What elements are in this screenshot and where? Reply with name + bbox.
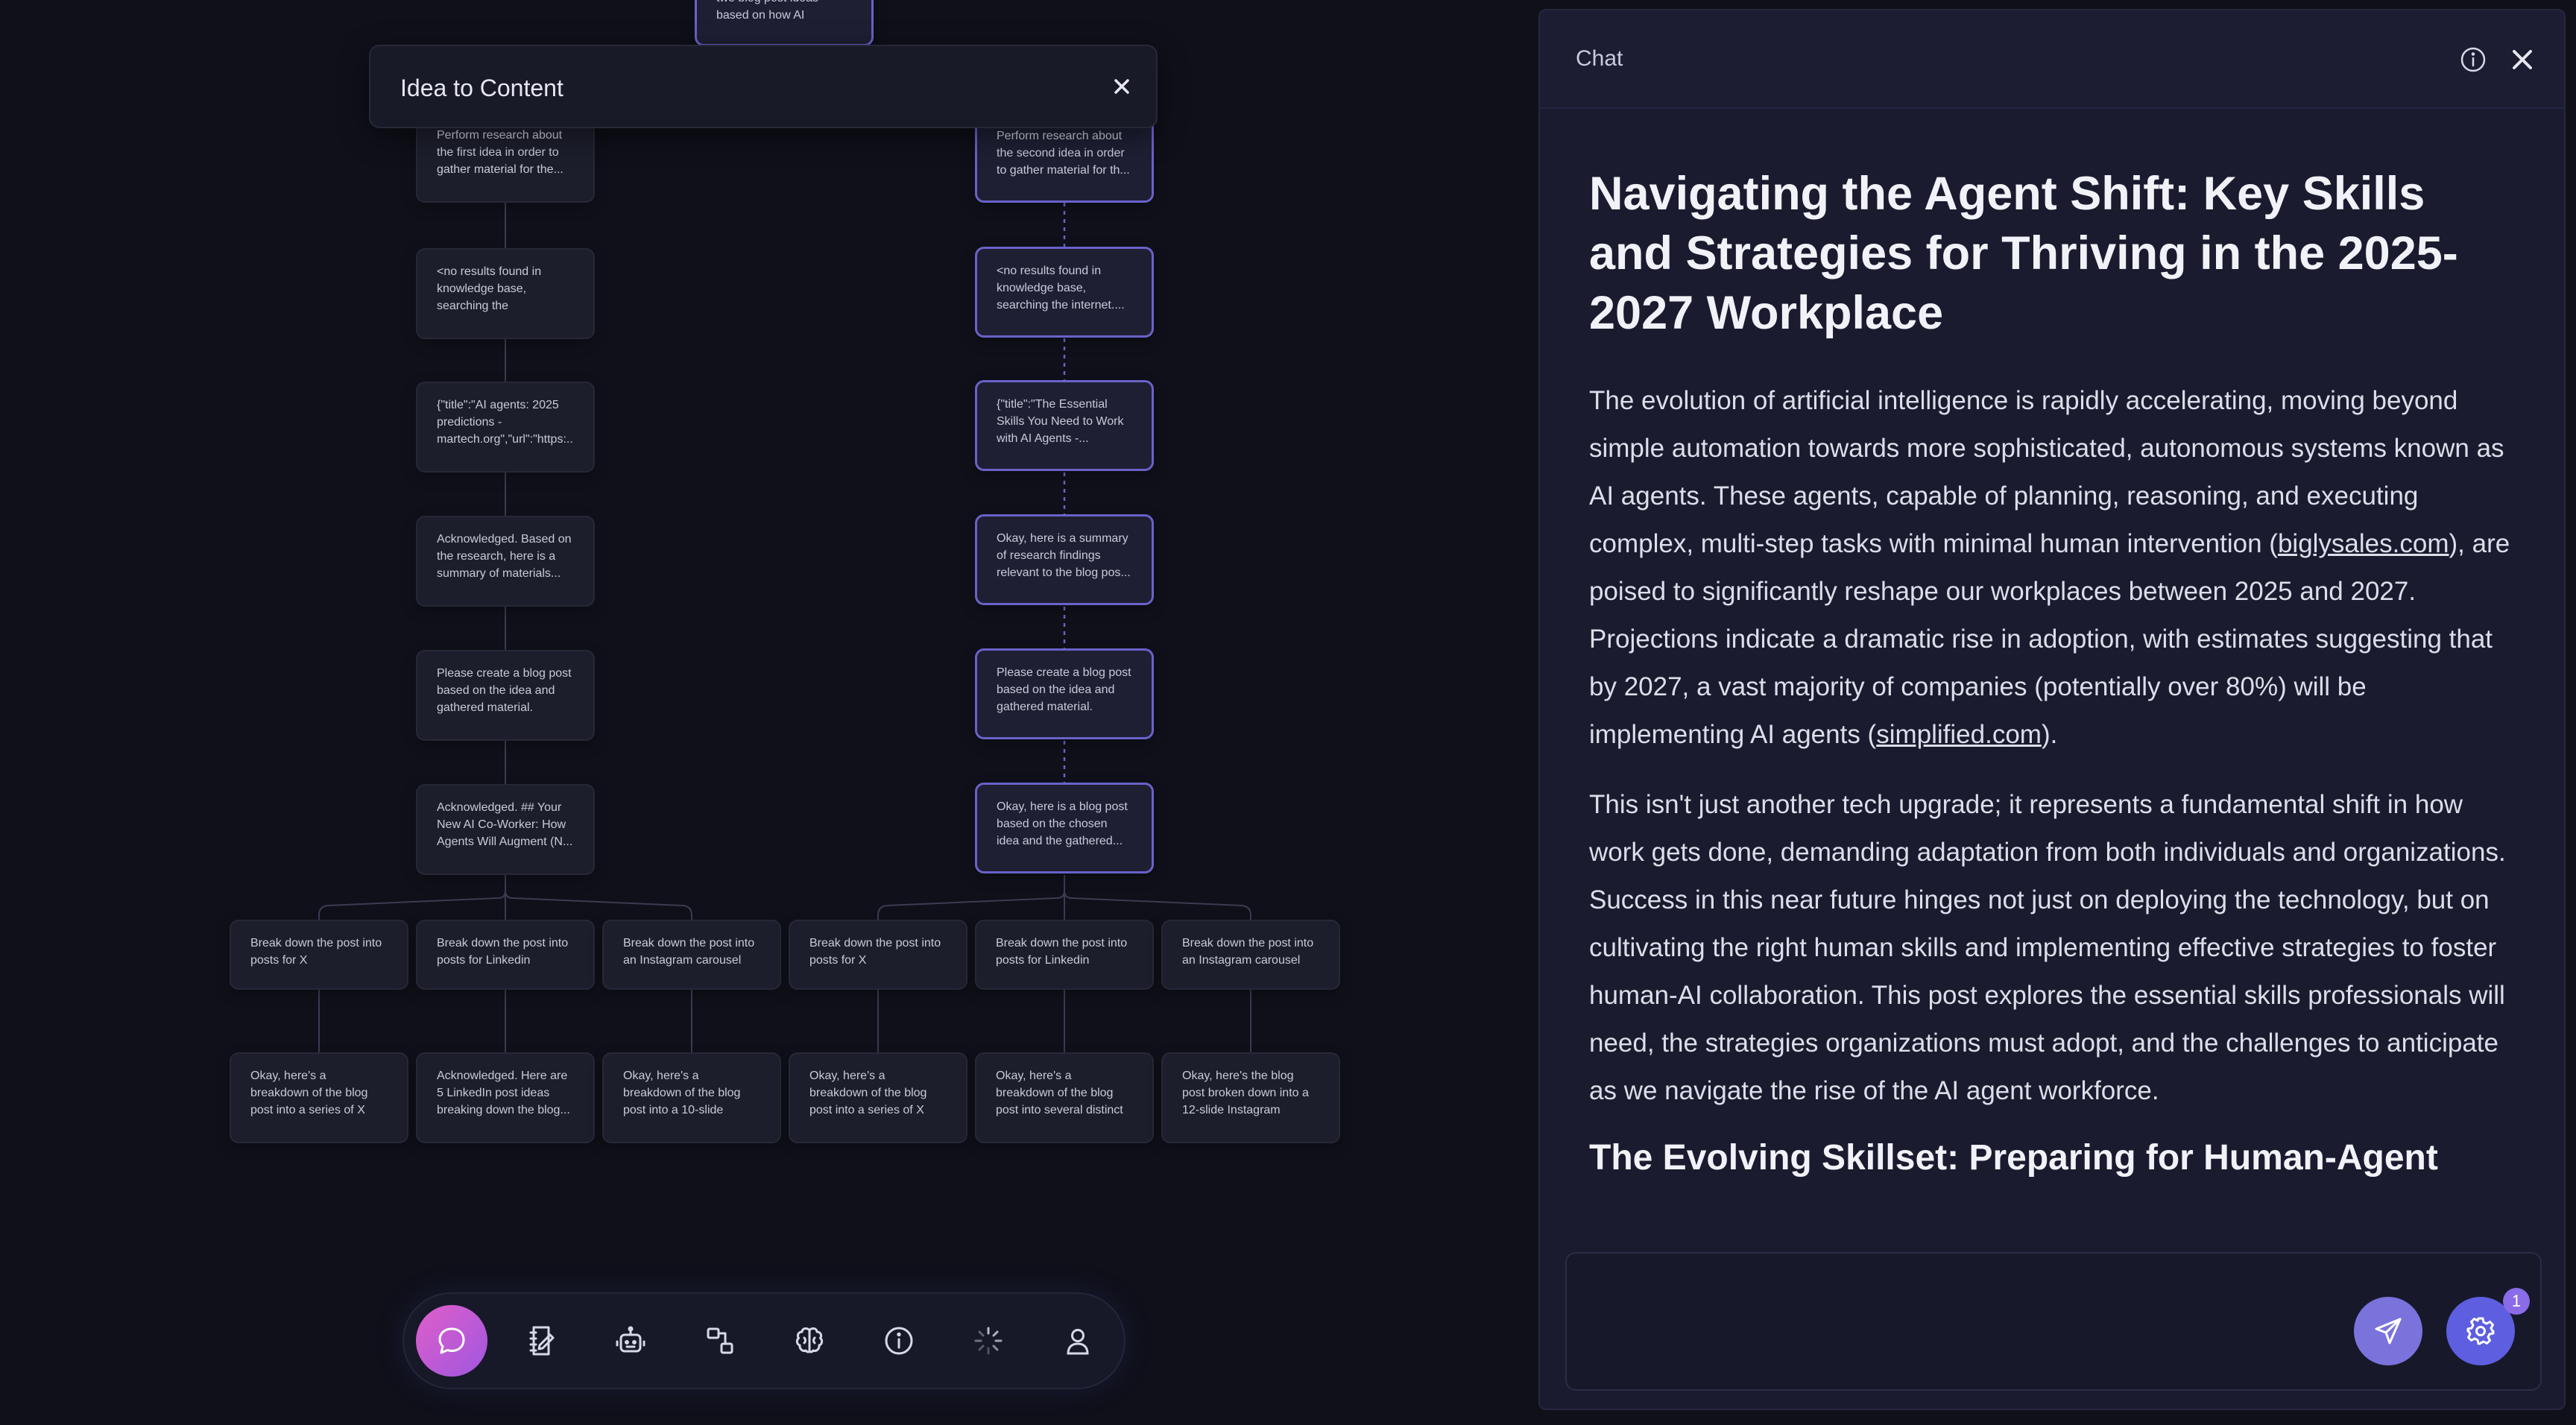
- toolbar-info-button[interactable]: [863, 1305, 935, 1377]
- notebook-edit-icon: [529, 1326, 555, 1356]
- toolbar-loading-button[interactable]: [953, 1305, 1024, 1377]
- workflow-node[interactable]: Acknowledged. Here are 5 LinkedIn post i…: [416, 1052, 595, 1143]
- robot-icon: [616, 1326, 645, 1353]
- workflow-node[interactable]: Okay, here is a blog post based on the c…: [975, 783, 1154, 873]
- toolbar-chat-button[interactable]: [416, 1305, 487, 1377]
- chat-input[interactable]: [1582, 1268, 2327, 1313]
- chat-title: Chat: [1576, 46, 1623, 71]
- toolbar-workflow-button[interactable]: [684, 1305, 756, 1377]
- workflow-node[interactable]: Break down the post into an Instagram ca…: [602, 920, 781, 990]
- notification-badge: 1: [2503, 1288, 2530, 1315]
- info-icon[interactable]: [2457, 43, 2490, 76]
- chat-header: Chat: [1540, 10, 2564, 109]
- workflow-title-panel: Idea to Content: [369, 45, 1158, 128]
- info-icon: [885, 1327, 913, 1355]
- chat-panel: Chat Navigating the Agent Shift: Key Ski…: [1538, 9, 2566, 1410]
- workflow-node[interactable]: Acknowledged. Based on the research, her…: [416, 516, 595, 607]
- workflow-node[interactable]: Okay, here is a summary of research find…: [975, 514, 1154, 605]
- message-paragraph: This isn't just another tech upgrade; it…: [1589, 790, 2506, 1105]
- close-icon[interactable]: [1104, 69, 1140, 104]
- message-paragraph: The evolution of artificial intelligence…: [1589, 386, 2510, 749]
- workflow-node[interactable]: Okay, here's a breakdown of the blog pos…: [230, 1052, 408, 1143]
- workflow-node[interactable]: <no results found in knowledge base, sea…: [416, 248, 595, 339]
- workflow-node[interactable]: <no results found in knowledge base, sea…: [975, 247, 1154, 338]
- workflow-node[interactable]: Okay, here's a breakdown of the blog pos…: [975, 1052, 1154, 1143]
- toolbar-user-button[interactable]: [1042, 1305, 1114, 1377]
- gear-icon: [2466, 1317, 2495, 1345]
- toolbar-robot-button[interactable]: [595, 1305, 666, 1377]
- workflow-edges: [318, 201, 1251, 1052]
- workflow-node[interactable]: {"title":"AI agents: 2025 predictions - …: [416, 382, 595, 473]
- message-heading: Navigating the Agent Shift: Key Skills a…: [1589, 168, 2458, 339]
- workflow-node[interactable]: Break down the post into posts for Linke…: [975, 920, 1154, 990]
- workflow-title: Idea to Content: [400, 75, 564, 101]
- workflow-node[interactable]: Okay, here's a breakdown of the blog pos…: [789, 1052, 967, 1143]
- workflow-node[interactable]: Please create a blog post based on the i…: [416, 650, 595, 741]
- toolbar-brain-button[interactable]: [774, 1305, 845, 1377]
- workflow-node[interactable]: Acknowledged. ## Your New AI Co-Worker: …: [416, 784, 595, 875]
- workflow-node[interactable]: {"title":"The Essential Skills You Need …: [975, 380, 1154, 471]
- message-subheading: The Evolving Skillset: Preparing for Hum…: [1589, 1138, 2438, 1178]
- bottom-toolbar: [402, 1292, 1126, 1389]
- chat-composer[interactable]: 1: [1565, 1252, 2542, 1391]
- send-button[interactable]: [2354, 1297, 2422, 1365]
- chat-icon: [438, 1327, 465, 1354]
- source-link[interactable]: simplified.com: [1876, 720, 2042, 749]
- workflow-node[interactable]: Acknowledged. Here are two blog post ide…: [695, 0, 874, 46]
- close-icon[interactable]: [2503, 40, 2542, 79]
- workflow-node[interactable]: Break down the post into posts for X: [789, 920, 967, 990]
- workflow-node[interactable]: Okay, here's a breakdown of the blog pos…: [602, 1052, 781, 1143]
- brain-icon: [795, 1327, 824, 1353]
- chat-message-content[interactable]: Navigating the Agent Shift: Key Skills a…: [1540, 110, 2564, 1228]
- workflow-node[interactable]: Break down the post into posts for X: [230, 920, 408, 990]
- user-icon: [1067, 1329, 1089, 1355]
- workflow-node[interactable]: Break down the post into an Instagram ca…: [1161, 920, 1340, 990]
- loading-spinner-icon: [974, 1327, 1003, 1355]
- workflow-node[interactable]: Okay, here's the blog post broken down i…: [1161, 1052, 1340, 1143]
- workflow-icon: [707, 1327, 733, 1354]
- workflow-canvas[interactable]: Acknowledged. Here are two blog post ide…: [0, 0, 1528, 1425]
- workflow-node[interactable]: Please create a blog post based on the i…: [975, 648, 1154, 739]
- workflow-node[interactable]: Break down the post into posts for Linke…: [416, 920, 595, 990]
- send-icon: [2375, 1318, 2402, 1345]
- toolbar-notebook-button[interactable]: [505, 1305, 577, 1377]
- source-link[interactable]: biglysales.com: [2278, 529, 2449, 558]
